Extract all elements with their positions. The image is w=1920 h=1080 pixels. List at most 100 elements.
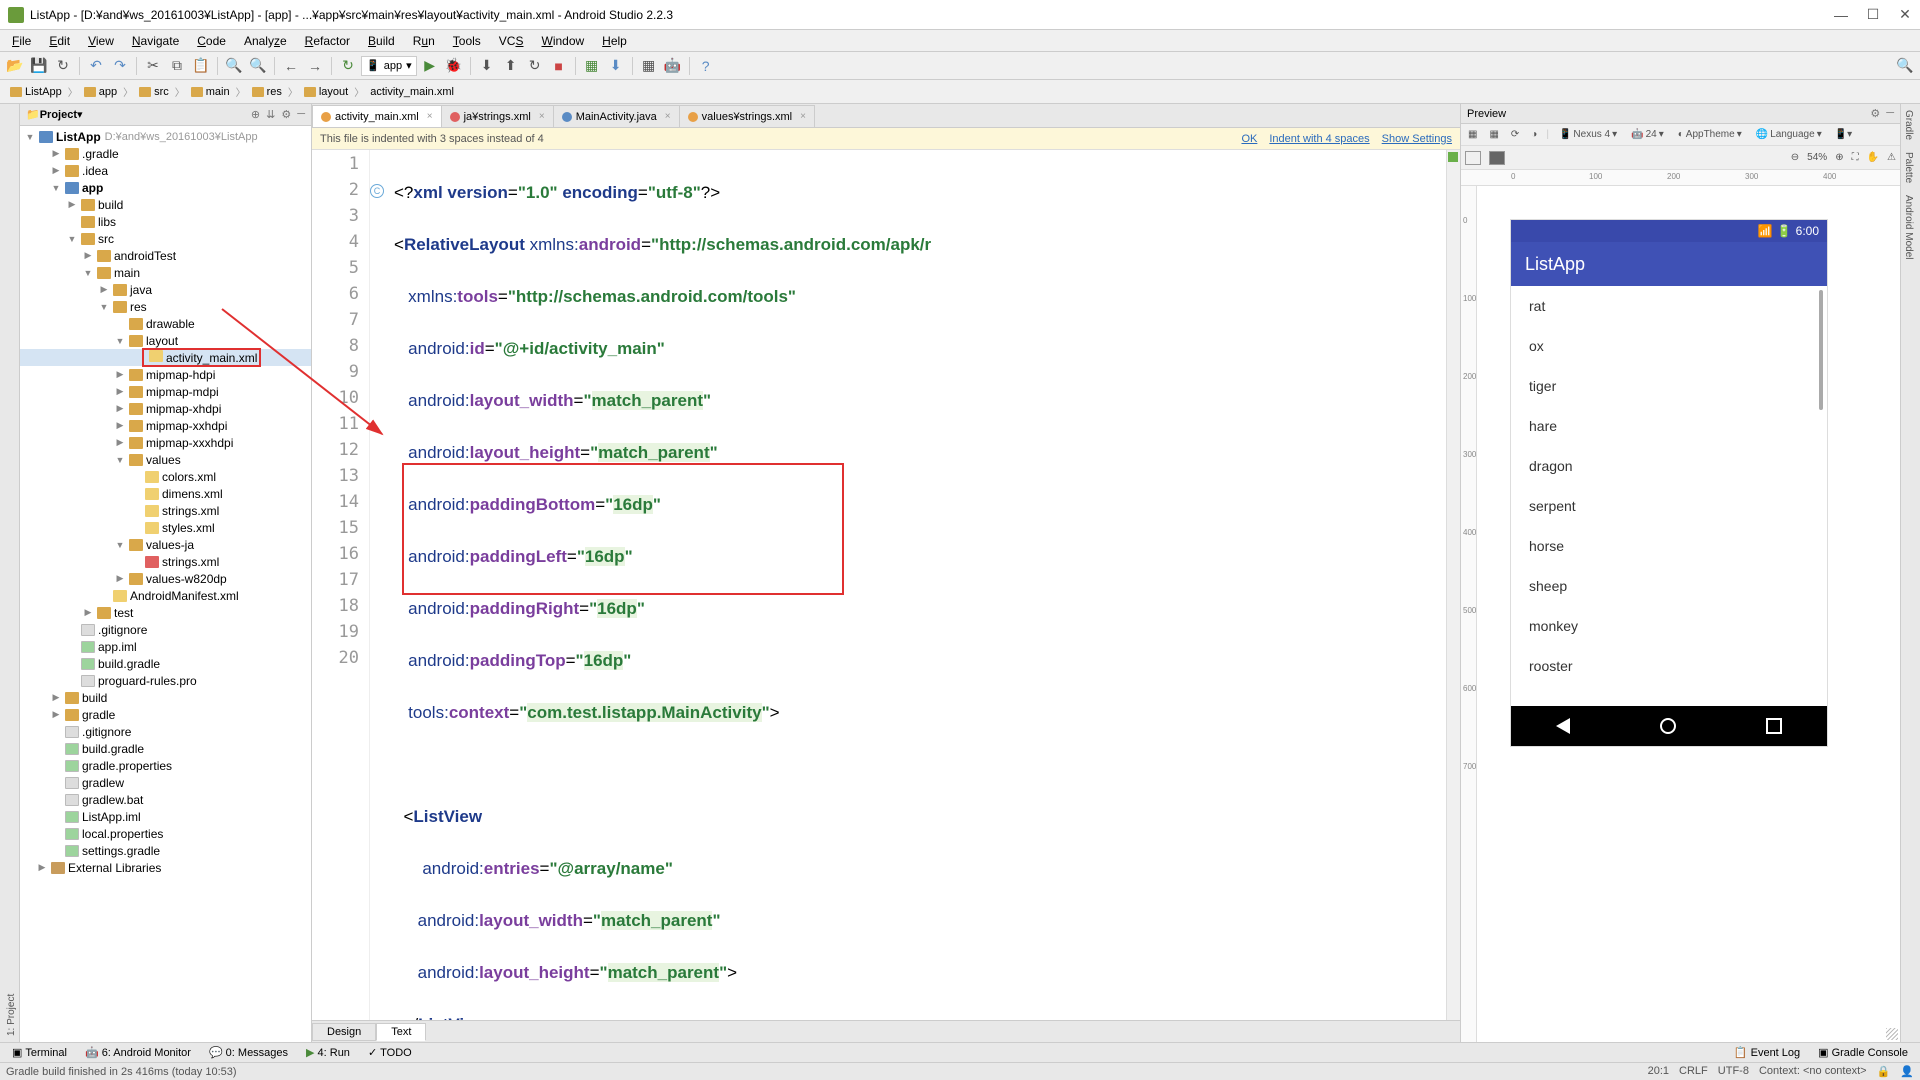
blueprint-icon[interactable]: ▦ bbox=[1465, 128, 1480, 141]
crumb-root[interactable]: ListApp bbox=[4, 84, 68, 100]
lock-icon[interactable]: 🔒 bbox=[1877, 1065, 1891, 1078]
rail-palette[interactable]: Palette bbox=[1901, 146, 1916, 189]
status-position[interactable]: 20:1 bbox=[1648, 1065, 1669, 1078]
menu-help[interactable]: Help bbox=[594, 32, 635, 50]
status-encoding[interactable]: UTF-8 bbox=[1718, 1065, 1749, 1078]
menu-vcs[interactable]: VCS bbox=[491, 32, 532, 50]
code-content[interactable]: <?xml version="1.0" encoding="utf-8"?> <… bbox=[388, 150, 1446, 1020]
theme-combo[interactable]: ◐AppTheme▾ bbox=[1674, 128, 1746, 141]
save-icon[interactable]: 💾 bbox=[28, 55, 50, 77]
maximize-button[interactable]: ☐ bbox=[1866, 8, 1880, 22]
redo-icon[interactable]: ↷ bbox=[109, 55, 131, 77]
crumb-main[interactable]: main bbox=[185, 84, 236, 100]
zoom-fit-icon[interactable]: ⛶ bbox=[1852, 152, 1859, 163]
zoom-out-icon[interactable]: ⊖ bbox=[1791, 152, 1799, 163]
cut-icon[interactable]: ✂ bbox=[142, 55, 164, 77]
tab-android-monitor[interactable]: 🤖 6: Android Monitor bbox=[77, 1044, 199, 1061]
tab-ja-strings[interactable]: ja¥strings.xml× bbox=[441, 105, 554, 127]
back-icon[interactable]: ← bbox=[280, 55, 302, 77]
design-surface-icon[interactable]: ▦ bbox=[1486, 128, 1501, 141]
search-everywhere-icon[interactable]: 🔍 bbox=[1894, 55, 1916, 77]
menu-build[interactable]: Build bbox=[360, 32, 403, 50]
crumb-src[interactable]: src bbox=[133, 84, 175, 100]
find-icon[interactable]: 🔍 bbox=[223, 55, 245, 77]
help-icon[interactable]: ? bbox=[695, 55, 717, 77]
autoscroll-icon[interactable]: ⊕ bbox=[251, 108, 260, 121]
crumb-res[interactable]: res bbox=[246, 84, 288, 100]
rail-project[interactable]: 1: Project bbox=[4, 104, 19, 1042]
menu-navigate[interactable]: Navigate bbox=[124, 32, 187, 50]
device-rotate-icon[interactable]: 📱▾ bbox=[1832, 128, 1855, 141]
zoom-in-icon[interactable]: ⊕ bbox=[1835, 152, 1843, 163]
menu-run[interactable]: Run bbox=[405, 32, 443, 50]
sync-icon[interactable]: ↻ bbox=[52, 55, 74, 77]
preview-canvas[interactable]: 0100200300400500600700 📶 🔋 6:00 ListApp … bbox=[1461, 186, 1900, 1042]
tab-values-strings[interactable]: values¥strings.xml× bbox=[679, 105, 815, 127]
pan-icon[interactable]: ✋ bbox=[1867, 152, 1879, 163]
hector-icon[interactable]: 👤 bbox=[1900, 1065, 1914, 1078]
android-icon[interactable]: 🤖 bbox=[662, 55, 684, 77]
notice-ok[interactable]: OK bbox=[1241, 133, 1257, 145]
menu-file[interactable]: File bbox=[4, 32, 39, 50]
hide-icon[interactable]: ─ bbox=[297, 108, 305, 121]
tab-design[interactable]: Design bbox=[312, 1023, 376, 1041]
menu-analyze[interactable]: Analyze bbox=[236, 32, 295, 50]
close-icon[interactable]: × bbox=[665, 111, 671, 122]
stop-icon[interactable]: ■ bbox=[548, 55, 570, 77]
menu-tools[interactable]: Tools bbox=[445, 32, 489, 50]
hide-icon[interactable]: ─ bbox=[1886, 107, 1894, 120]
tab-activity-main[interactable]: activity_main.xml× bbox=[312, 105, 442, 127]
status-line-ending[interactable]: CRLF bbox=[1679, 1065, 1708, 1078]
open-icon[interactable]: 📂 bbox=[4, 55, 26, 77]
rail-gradle[interactable]: Gradle bbox=[1901, 104, 1916, 146]
collapse-icon[interactable]: ⇊ bbox=[266, 108, 275, 121]
tab-messages[interactable]: 💬 0: Messages bbox=[201, 1044, 296, 1061]
menu-edit[interactable]: Edit bbox=[41, 32, 78, 50]
rail-structure[interactable]: 7: Structure bbox=[0, 104, 4, 1042]
notice-show-settings[interactable]: Show Settings bbox=[1382, 133, 1452, 145]
close-icon[interactable]: × bbox=[427, 111, 433, 122]
resize-grip-icon[interactable] bbox=[1886, 1028, 1898, 1040]
copy-icon[interactable]: ⧉ bbox=[166, 55, 188, 77]
undo-icon[interactable]: ↶ bbox=[85, 55, 107, 77]
close-icon[interactable]: × bbox=[539, 111, 545, 122]
menu-refactor[interactable]: Refactor bbox=[297, 32, 358, 50]
device-combo[interactable]: 📱Nexus 4▾ bbox=[1555, 128, 1621, 141]
forward-icon[interactable]: → bbox=[304, 55, 326, 77]
debug-icon[interactable]: 🐞 bbox=[443, 55, 465, 77]
list-scrollbar[interactable] bbox=[1819, 290, 1823, 410]
menu-code[interactable]: Code bbox=[189, 32, 234, 50]
error-stripe[interactable] bbox=[1446, 150, 1460, 1020]
api-combo[interactable]: 🤖24▾ bbox=[1627, 128, 1668, 141]
gear-icon[interactable]: ⚙ bbox=[1870, 107, 1880, 120]
close-icon[interactable]: × bbox=[800, 111, 806, 122]
menu-view[interactable]: View bbox=[80, 32, 122, 50]
paste-icon[interactable]: 📋 bbox=[190, 55, 212, 77]
tab-mainactivity[interactable]: MainActivity.java× bbox=[553, 105, 680, 127]
tab-run[interactable]: ▶ 4: Run bbox=[298, 1044, 358, 1061]
lang-combo[interactable]: 🌐Language▾ bbox=[1752, 128, 1826, 141]
class-marker-icon[interactable]: C bbox=[370, 184, 384, 198]
make-icon[interactable]: ↻ bbox=[337, 55, 359, 77]
menu-window[interactable]: Window bbox=[533, 32, 592, 50]
variant-light-icon[interactable] bbox=[1465, 151, 1481, 165]
avd-icon[interactable]: ▦ bbox=[581, 55, 603, 77]
notice-indent[interactable]: Indent with 4 spaces bbox=[1269, 133, 1369, 145]
sdk-icon[interactable]: ⬇ bbox=[605, 55, 627, 77]
rail-android-model[interactable]: Android Model bbox=[1901, 189, 1916, 265]
tab-event-log[interactable]: 📋 Event Log bbox=[1726, 1044, 1808, 1061]
crumb-app[interactable]: app bbox=[78, 84, 123, 100]
night-icon[interactable]: ◑ bbox=[1528, 128, 1540, 141]
settings-icon[interactable]: ⚙ bbox=[281, 108, 291, 121]
run-config-combo[interactable]: 📱 app ▾ bbox=[361, 56, 417, 76]
tab-text[interactable]: Text bbox=[376, 1023, 426, 1041]
code-editor[interactable]: 1234567891011121314151617181920 C <?xml … bbox=[312, 150, 1460, 1020]
attach-icon[interactable]: ⬇ bbox=[476, 55, 498, 77]
crumb-layout[interactable]: layout bbox=[298, 84, 354, 100]
orientation-icon[interactable]: ⟳ bbox=[1508, 128, 1522, 141]
status-context[interactable]: Context: <no context> bbox=[1759, 1065, 1867, 1078]
tab-todo[interactable]: ✓ TODO bbox=[360, 1044, 420, 1061]
run-icon[interactable]: ▶ bbox=[419, 55, 441, 77]
project-tree[interactable]: ▼ListAppD:¥and¥ws_20161003¥ListApp ▶.gra… bbox=[20, 126, 311, 1042]
tab-terminal[interactable]: ▣ Terminal bbox=[4, 1044, 75, 1061]
